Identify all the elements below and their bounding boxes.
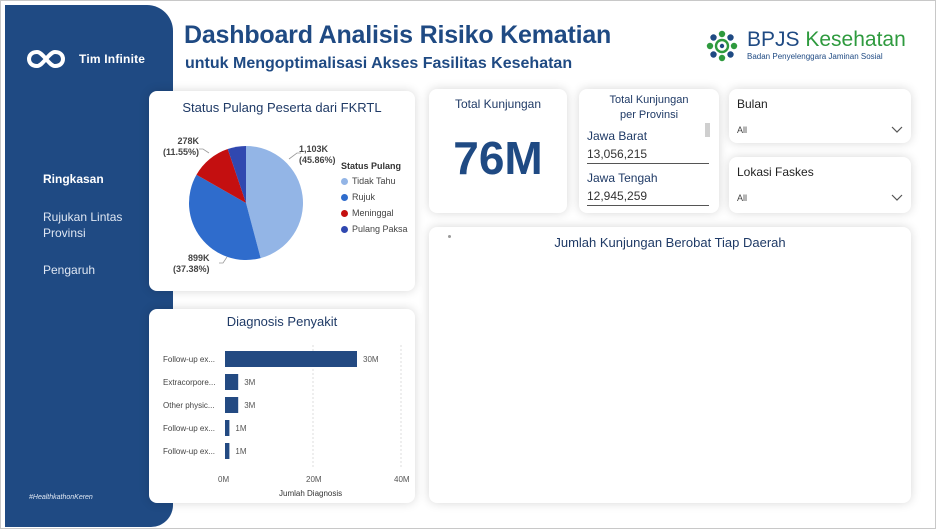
bar-value-label: 3M (244, 378, 256, 387)
pie-label-rujuk: 899K (37.38%) (173, 253, 210, 275)
pie-legend: Status Pulang Tidak Tahu Rujuk Meninggal… (341, 161, 408, 240)
map-marker-dot (448, 235, 451, 238)
bar-value-label: 30M (363, 355, 379, 364)
total-kunjungan-title: Total Kunjungan (454, 97, 542, 111)
bulan-slicer-label: Bulan (737, 97, 768, 111)
leader-line-rujuk (219, 256, 228, 264)
province-card: Total Kunjungan per Provinsi Jawa Barat … (579, 89, 719, 213)
lokasi-faskes-dropdown-value: All (737, 193, 748, 203)
x-axis-tick-label: 0M (218, 475, 230, 484)
diagnosis-bar[interactable] (225, 443, 230, 459)
pie-label-tidak-tahu-pct: (45.86%) (299, 155, 336, 165)
diagnosis-bar[interactable] (225, 420, 230, 436)
x-axis-title: Jumlah Diagnosis (279, 489, 343, 498)
pie-label-rujuk-pct: (37.38%) (173, 264, 210, 274)
team-brand: Tim Infinite (27, 49, 145, 69)
diagnosis-bar[interactable] (225, 351, 357, 367)
pie-label-tidak-tahu-value: 1,103K (299, 144, 329, 154)
team-name: Tim Infinite (79, 52, 146, 66)
diagnosis-bar[interactable] (225, 397, 239, 413)
bpjs-logo: BPJS Kesehatan Badan Penyelenggara Jamin… (705, 29, 906, 63)
legend-label-meninggal: Meninggal (352, 208, 394, 218)
pie-label-rujuk-value: 899K (188, 253, 210, 263)
pie-label-meninggal-value: 278K (177, 136, 200, 146)
chevron-down-icon (891, 126, 903, 133)
x-axis-tick-label: 20M (306, 475, 322, 484)
page-subtitle: untuk Mengoptimalisasi Akses Fasilitas K… (185, 55, 573, 72)
province-title: Total Kunjungan per Provinsi (579, 93, 719, 123)
bulan-slicer: Bulan All (729, 89, 911, 143)
province-row-value: 13,056,215 (587, 147, 709, 164)
bar-category-label: Follow-up ex... (163, 355, 216, 364)
bar-value-label: 3M (244, 401, 256, 410)
legend-item-tidak-tahu[interactable]: Tidak Tahu (341, 176, 408, 186)
pie-label-tidak-tahu: 1,103K (45.86%) (299, 144, 336, 166)
x-axis-tick-label: 40M (394, 475, 410, 484)
bulan-dropdown-value: All (737, 125, 748, 135)
legend-item-rujuk[interactable]: Rujuk (341, 192, 408, 202)
legend-dot-tidak-tahu (341, 177, 348, 185)
legend-label-rujuk: Rujuk (352, 192, 376, 202)
legend-item-pulang-paksa[interactable]: Pulang Paksa (341, 224, 408, 234)
bpjs-name-part2: Kesehatan (805, 28, 906, 51)
page-title: Dashboard Analisis Risiko Kematian (184, 21, 612, 49)
province-title-line1: Total Kunjungan (609, 94, 689, 106)
lokasi-faskes-dropdown[interactable]: All (737, 187, 903, 209)
bulan-dropdown[interactable]: All (737, 119, 903, 141)
diagnosis-card: Diagnosis Penyakit Follow-up ex... 30M Ext… (149, 309, 415, 503)
province-row-name: Jawa Barat (587, 129, 648, 143)
dashboard-frame: Tim Infinite Ringkasan Rujukan Lintas Pr… (0, 0, 936, 529)
chevron-down-icon (891, 194, 903, 201)
lokasi-faskes-slicer: Lokasi Faskes All (729, 157, 911, 213)
lokasi-faskes-slicer-label: Lokasi Faskes (737, 165, 814, 179)
map-card: Jumlah Kunjungan Berobat Tiap Daerah (429, 227, 911, 503)
bpjs-name-part1: BPJS (747, 28, 800, 51)
bar-value-label: 1M (235, 424, 247, 433)
bpjs-name: BPJS Kesehatan (747, 29, 906, 51)
infinity-logo-icon (27, 49, 65, 69)
legend-dot-rujuk (341, 193, 348, 201)
legend-dot-pulang-paksa (341, 225, 348, 233)
legend-item-meninggal[interactable]: Meninggal (341, 208, 408, 218)
legend-dot-meninggal (341, 209, 348, 217)
legend-label-tidak-tahu: Tidak Tahu (352, 176, 396, 186)
nav-item-ringkasan[interactable]: Ringkasan (43, 171, 104, 187)
nav-item-pengaruh[interactable]: Pengaruh (43, 262, 95, 278)
bar-category-label: Follow-up ex... (163, 424, 216, 433)
hashtag-text: #HealthkathonKeren (29, 494, 93, 501)
province-title-line2: per Provinsi (619, 109, 679, 121)
map-title: Jumlah Kunjungan Berobat Tiap Daerah (554, 235, 786, 250)
bar-value-label: 1M (235, 447, 247, 456)
bpjs-emblem-icon (706, 30, 738, 62)
bar-category-label: Other physic... (163, 401, 215, 410)
pie-label-meninggal: 278K (11.55%) (163, 136, 199, 158)
total-kunjungan-value: 76M (453, 132, 543, 184)
bpjs-subtitle: Badan Penyelenggara Jaminan Sosial (747, 52, 883, 61)
status-pulang-card: Status Pulang Peserta dari FKRTL 1,103K … (149, 91, 415, 291)
pie-label-meninggal-pct: (11.55%) (163, 147, 200, 157)
province-row-name: Jawa Tengah (587, 171, 658, 185)
nav-item-rujukan-lintas-provinsi[interactable]: Rujukan Lintas Provinsi (43, 209, 139, 241)
province-row-value: 12,945,259 (587, 189, 709, 206)
total-kunjungan-card: Total Kunjungan 76M (429, 89, 567, 213)
diagnosis-bar[interactable] (225, 374, 239, 390)
sidebar: Tim Infinite Ringkasan Rujukan Lintas Pr… (5, 5, 173, 527)
pie-legend-title: Status Pulang (341, 161, 402, 171)
bar-category-label: Follow-up ex... (163, 447, 216, 456)
legend-label-pulang-paksa: Pulang Paksa (352, 224, 408, 234)
leader-line-meninggal (199, 148, 210, 154)
bar-category-label: Extracorpore... (163, 378, 216, 387)
